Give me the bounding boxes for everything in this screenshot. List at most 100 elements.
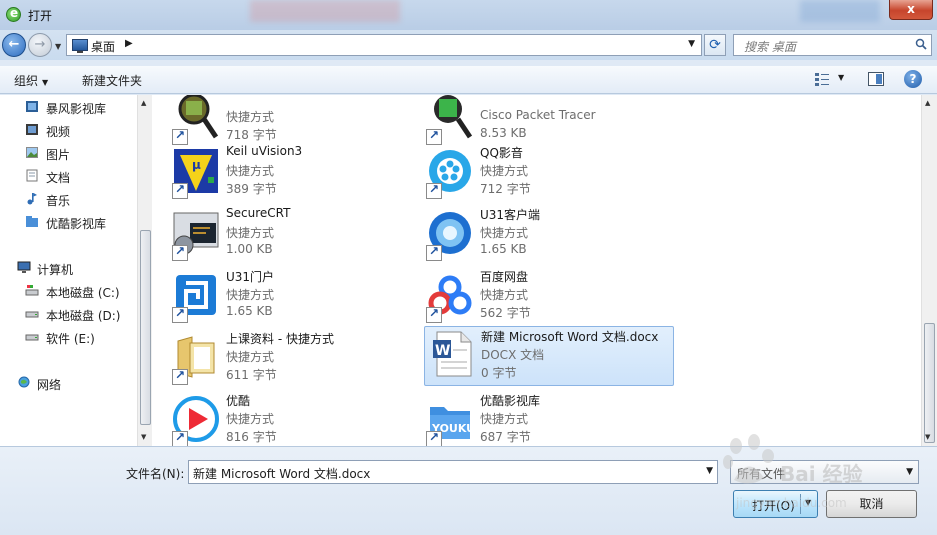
scrollbar-thumb[interactable]: [924, 323, 935, 443]
system-drive-icon: [25, 285, 39, 296]
shortcut-arrow-icon: [426, 244, 442, 261]
open-button[interactable]: 打开(O) ▼: [733, 490, 818, 518]
sidebar-item-label: 优酷影视库: [46, 217, 107, 231]
shortcut-arrow-icon: [426, 306, 442, 323]
file-type: 快捷方式: [226, 164, 275, 178]
file-name: 优酷影视库: [480, 394, 541, 408]
open-options-dropdown-icon[interactable]: ▼: [805, 498, 811, 507]
word-document-icon: W: [433, 331, 472, 377]
breadcrumb-chevron-icon[interactable]: ▶: [125, 38, 133, 49]
search-input[interactable]: 搜索 桌面: [733, 34, 932, 56]
sidebar-item-label: 音乐: [46, 194, 71, 208]
breadcrumb[interactable]: 桌面: [91, 38, 115, 55]
pictures-library-icon: [26, 147, 38, 158]
help-button[interactable]: ?: [904, 70, 922, 88]
sidebar-item-videos[interactable]: 视频: [0, 120, 137, 140]
sidebar-item-documents[interactable]: 文档: [0, 166, 137, 186]
navigation-pane: 暴风影视库 视频 图片 文档 音乐 优酷影视库 计算机 本地磁盘 (C:) 本地…: [0, 95, 137, 446]
new-folder-button[interactable]: 新建文件夹: [82, 72, 142, 89]
file-type: 快捷方式: [226, 350, 275, 364]
filename-value: 新建 Microsoft Word 文档.docx: [193, 467, 371, 481]
sidebar-item-label: 本地磁盘 (D:): [46, 309, 121, 323]
drive-icon: [25, 334, 39, 341]
file-type-select[interactable]: 所有文件 ▼: [730, 460, 919, 484]
back-button[interactable]: ←: [2, 33, 26, 57]
file-item[interactable]: U31客户端 快捷方式 1.65 KB: [406, 205, 656, 265]
sidebar-item-label: 网络: [37, 378, 62, 392]
recent-locations-dropdown-icon[interactable]: ▼: [55, 42, 61, 51]
file-item[interactable]: SecureCRT 快捷方式 1.00 KB: [152, 205, 402, 265]
view-options-dropdown-icon[interactable]: ▼: [838, 73, 844, 82]
desktop-icon: [72, 39, 88, 53]
sidebar-item-storm-library[interactable]: 暴风影视库: [0, 97, 137, 117]
file-size: 816 字节: [226, 430, 277, 444]
close-button[interactable]: x: [889, 0, 933, 20]
file-item[interactable]: QQ影音 快捷方式 712 字节: [406, 143, 656, 203]
file-size: 687 字节: [480, 430, 531, 444]
sidebar-item-pictures[interactable]: 图片: [0, 143, 137, 163]
organize-button[interactable]: 组织 ▼: [14, 72, 48, 89]
sidebar-item-label: 暴风影视库: [46, 102, 107, 116]
file-item-selected[interactable]: W 新建 Microsoft Word 文档.docx DOCX 文档 0 字节: [424, 326, 674, 386]
file-name: QQ影音: [480, 146, 523, 160]
search-icon[interactable]: [915, 38, 927, 50]
file-name: Keil uVision3: [226, 144, 303, 158]
file-name: 优酷: [226, 394, 251, 408]
scroll-down-icon[interactable]: ▼: [925, 433, 930, 441]
sidebar-item-computer[interactable]: 计算机: [0, 258, 137, 278]
file-size: 1.65 KB: [480, 242, 527, 256]
documents-library-icon: [26, 169, 38, 182]
file-item[interactable]: U31门户 快捷方式 1.65 KB: [152, 267, 402, 327]
file-name: 百度网盘: [480, 270, 529, 284]
file-name: SecureCRT: [226, 206, 291, 220]
file-size: 611 字节: [226, 368, 277, 382]
sidebar-item-drive-d[interactable]: 本地磁盘 (D:): [0, 304, 137, 324]
file-item[interactable]: μ Keil uVision3 快捷方式 389 字节: [152, 143, 402, 203]
file-type: 快捷方式: [226, 226, 275, 240]
file-size: 1.65 KB: [226, 304, 273, 318]
youku-library-icon: [26, 216, 38, 227]
change-view-icon[interactable]: [814, 72, 830, 86]
preview-pane-button[interactable]: [868, 72, 884, 86]
scrollbar-thumb[interactable]: [140, 230, 151, 425]
scroll-up-icon[interactable]: ▲: [925, 99, 930, 107]
sidebar-item-drive-c[interactable]: 本地磁盘 (C:): [0, 281, 137, 301]
sidebar-item-network[interactable]: 网络: [0, 373, 137, 393]
address-bar[interactable]: 桌面 ▶ ▼: [66, 34, 702, 56]
forward-button[interactable]: →: [28, 33, 52, 57]
refresh-button[interactable]: ⟳: [704, 34, 726, 56]
cancel-button[interactable]: 取消: [826, 490, 917, 518]
sidebar-item-youku-library[interactable]: 优酷影视库: [0, 212, 137, 232]
chevron-down-icon[interactable]: ▼: [706, 466, 713, 476]
file-type: 快捷方式: [480, 226, 529, 240]
file-item[interactable]: Cisco Packet Tracer 8.53 KB: [406, 95, 656, 149]
file-item[interactable]: 优酷 快捷方式 816 字节: [152, 391, 402, 446]
drive-icon: [25, 311, 39, 318]
file-item[interactable]: 快捷方式 718 字节: [152, 95, 402, 149]
file-name: 上课资料 - 快捷方式: [226, 332, 334, 346]
window-title: 打开: [28, 9, 53, 23]
sidebar-item-drive-e[interactable]: 软件 (E:): [0, 327, 137, 347]
organize-label: 组织: [14, 74, 39, 88]
sidebar-item-music[interactable]: 音乐: [0, 189, 137, 209]
film-library-icon: [26, 101, 38, 112]
navigation-pane-scrollbar[interactable]: ▲ ▼: [137, 95, 152, 446]
shortcut-arrow-icon: [172, 244, 188, 261]
music-library-icon: [27, 193, 37, 205]
file-name: U31客户端: [480, 208, 541, 222]
file-item[interactable]: 百度网盘 快捷方式 562 字节: [406, 267, 656, 327]
background-blur: [800, 0, 880, 22]
file-list-scrollbar[interactable]: ▲ ▼: [921, 95, 937, 446]
file-item[interactable]: 上课资料 - 快捷方式 快捷方式 611 字节: [152, 329, 402, 389]
dialog-footer: 文件名(N): 新建 Microsoft Word 文档.docx ▼ 所有文件…: [0, 446, 937, 535]
scroll-up-icon[interactable]: ▲: [141, 99, 146, 107]
filename-input[interactable]: 新建 Microsoft Word 文档.docx ▼: [188, 460, 718, 484]
svg-text:W: W: [435, 343, 450, 359]
file-size: 389 字节: [226, 182, 277, 196]
file-type: 快捷方式: [226, 110, 275, 124]
shortcut-arrow-icon: [426, 182, 442, 199]
shortcut-arrow-icon: [426, 430, 442, 446]
address-dropdown-icon[interactable]: ▼: [688, 39, 695, 49]
scroll-down-icon[interactable]: ▼: [141, 433, 146, 441]
file-item[interactable]: YOUKU 优酷影视库 快捷方式 687 字节: [406, 391, 656, 446]
